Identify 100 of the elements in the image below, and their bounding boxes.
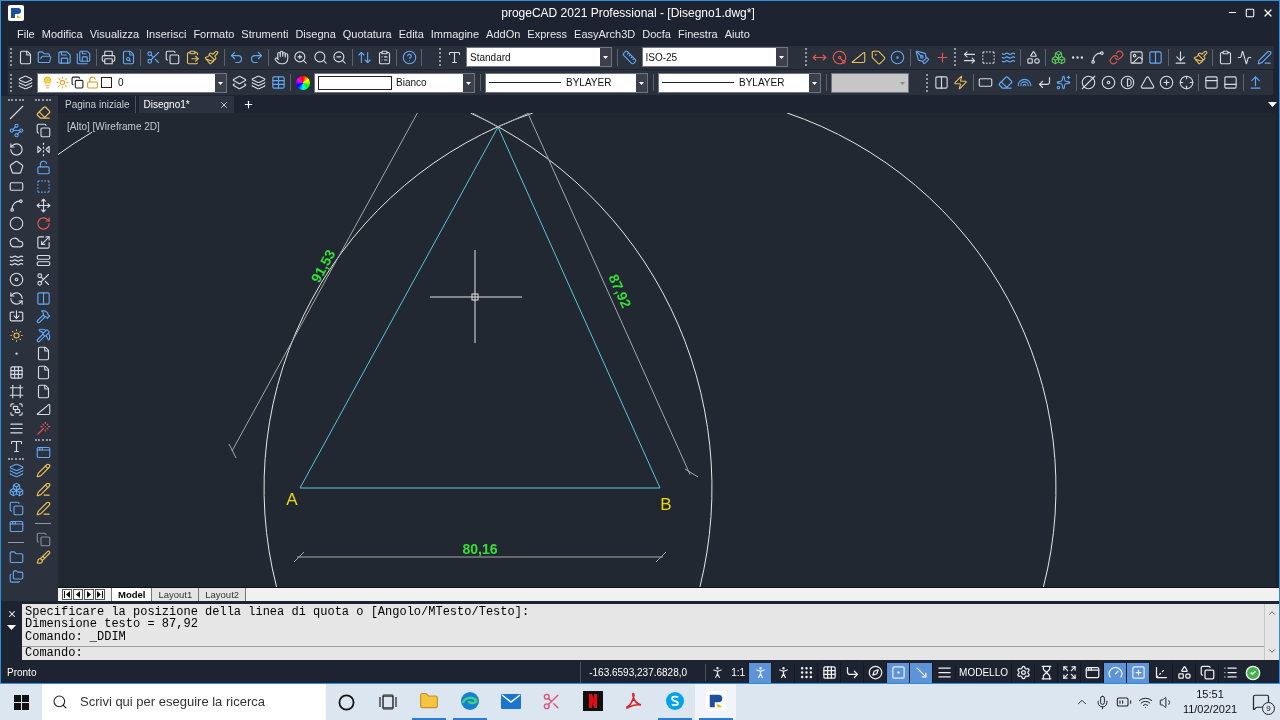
- color-dropdown[interactable]: Bianco: [314, 72, 475, 93]
- command-input-field[interactable]: Comando:: [22, 647, 1264, 660]
- brush-icon[interactable]: [1192, 49, 1208, 65]
- radius-icon[interactable]: [831, 49, 847, 65]
- next-tab-icon[interactable]: [84, 589, 94, 600]
- right-triangle-icon[interactable]: [35, 402, 51, 418]
- eraser-icon[interactable]: [997, 75, 1013, 90]
- panel-icon[interactable]: [1203, 75, 1219, 90]
- menu-item[interactable]: File: [17, 26, 35, 43]
- dropdown-caret-icon[interactable]: [636, 73, 647, 92]
- move-icon[interactable]: [35, 197, 51, 213]
- file-search-icon[interactable]: [120, 49, 136, 65]
- pickaxe-icon[interactable]: [35, 327, 51, 343]
- document-tab[interactable]: Disegno1*: [138, 96, 234, 113]
- panel-icon[interactable]: [1223, 75, 1238, 90]
- pen-icon[interactable]: [35, 500, 51, 516]
- layer-dropdown[interactable]: 0: [37, 72, 227, 93]
- frame-icon[interactable]: [8, 383, 24, 399]
- pulse-icon[interactable]: [1237, 49, 1252, 65]
- wand-icon[interactable]: [35, 420, 51, 436]
- paste-icon[interactable]: [184, 49, 200, 65]
- image-icon[interactable]: [1128, 49, 1144, 65]
- arrow-down-icon[interactable]: [1173, 49, 1188, 65]
- app-logo-icon[interactable]: [8, 4, 24, 21]
- table-icon[interactable]: [270, 75, 286, 90]
- circle-arrows-icon[interactable]: [8, 290, 24, 306]
- battery-icon[interactable]: [1116, 694, 1132, 710]
- up-down-arrows-icon[interactable]: [357, 49, 372, 65]
- layers-icon[interactable]: [251, 75, 266, 90]
- group-icon[interactable]: [8, 402, 24, 418]
- tag-icon[interactable]: [870, 49, 886, 65]
- menu-item[interactable]: Finestra: [677, 26, 718, 43]
- menu-item[interactable]: AddOn: [486, 26, 521, 43]
- shapes-icon[interactable]: [1025, 49, 1041, 65]
- wifi-icon[interactable]: [1138, 694, 1153, 710]
- eraser-icon[interactable]: [35, 104, 51, 120]
- dropdown-triangle-icon[interactable]: [1268, 102, 1277, 107]
- menu-item[interactable]: EasyArch3D: [574, 26, 636, 43]
- microphone-icon[interactable]: [1095, 694, 1110, 710]
- search-icon[interactable]: [52, 694, 68, 710]
- file-icon[interactable]: [35, 364, 51, 380]
- scissors-icon[interactable]: [145, 49, 161, 65]
- boxes-icon[interactable]: [1050, 49, 1066, 65]
- mirror-icon[interactable]: [35, 141, 51, 157]
- import-icon[interactable]: [8, 309, 24, 325]
- pencil-icon[interactable]: [35, 463, 51, 479]
- dropdown-caret-icon[interactable]: [809, 73, 820, 92]
- pen-tool-icon[interactable]: [915, 49, 930, 65]
- arrow-up-icon[interactable]: [1248, 75, 1263, 90]
- undo-icon[interactable]: [229, 49, 244, 65]
- menu-item[interactable]: Formato: [193, 26, 235, 43]
- maximize-icon[interactable]: [1245, 7, 1255, 18]
- previous-tab-icon[interactable]: [73, 589, 83, 600]
- annotation-scale[interactable]: 1:1: [728, 665, 749, 680]
- brush-icon[interactable]: [204, 49, 219, 65]
- file-icon[interactable]: [35, 346, 51, 362]
- grid-icon[interactable]: [8, 364, 24, 380]
- hammer-icon[interactable]: [35, 309, 51, 325]
- clipboard-icon[interactable]: [1217, 49, 1233, 65]
- lightning-icon[interactable]: [953, 75, 968, 90]
- pentagon-icon[interactable]: [8, 160, 24, 176]
- spline-icon[interactable]: [1089, 49, 1105, 65]
- task-view-icon[interactable]: [378, 694, 397, 710]
- curved-arrow-icon[interactable]: [8, 141, 24, 157]
- close-icon[interactable]: [6, 609, 17, 619]
- redo-icon[interactable]: [248, 49, 264, 65]
- ruler-icon[interactable]: [622, 49, 637, 65]
- envelope-icon[interactable]: [500, 693, 521, 709]
- columns-icon[interactable]: [933, 75, 949, 90]
- right-triangle-icon[interactable]: [851, 49, 866, 65]
- menu-item[interactable]: Quotatura: [342, 26, 392, 43]
- dimension-style-dropdown[interactable]: ISO-25: [641, 47, 788, 67]
- line-icon[interactable]: [8, 104, 24, 120]
- save-all-icon[interactable]: [76, 49, 91, 65]
- resize-arrow-icon[interactable]: [35, 234, 51, 250]
- menu-item[interactable]: Docfa: [642, 26, 671, 43]
- model-space-button[interactable]: MODELLO: [955, 665, 1011, 680]
- stacked-bars-icon[interactable]: [35, 253, 51, 269]
- s-logo-icon[interactable]: [664, 691, 685, 711]
- zoom-out-icon[interactable]: [332, 49, 347, 65]
- circle-plus-icon[interactable]: [1159, 75, 1174, 90]
- viewport-label[interactable]: [Alto] [Wireframe 2D]: [67, 121, 160, 132]
- new-file-icon[interactable]: [17, 49, 33, 65]
- clipboard-list-icon[interactable]: [376, 49, 392, 65]
- last-tab-icon[interactable]: [95, 589, 105, 600]
- circle-icon[interactable]: [338, 693, 355, 711]
- triangle-icon[interactable]: [1139, 75, 1155, 90]
- pen-line-icon[interactable]: [1256, 49, 1272, 65]
- copy-icon[interactable]: [35, 123, 51, 139]
- layers-icon[interactable]: [8, 463, 24, 479]
- zoom-in-icon[interactable]: [293, 49, 308, 65]
- layers-icon[interactable]: [17, 75, 33, 90]
- pencil-icon[interactable]: [35, 482, 51, 498]
- dropdown-caret-icon[interactable]: [600, 48, 611, 66]
- menu-item[interactable]: Express: [527, 26, 568, 43]
- spline-icon[interactable]: [8, 197, 24, 213]
- folder-icon[interactable]: [37, 49, 52, 65]
- collapse-triangle-icon[interactable]: [7, 625, 16, 630]
- search-icon[interactable]: [312, 49, 328, 65]
- rotate-icon[interactable]: [35, 216, 51, 232]
